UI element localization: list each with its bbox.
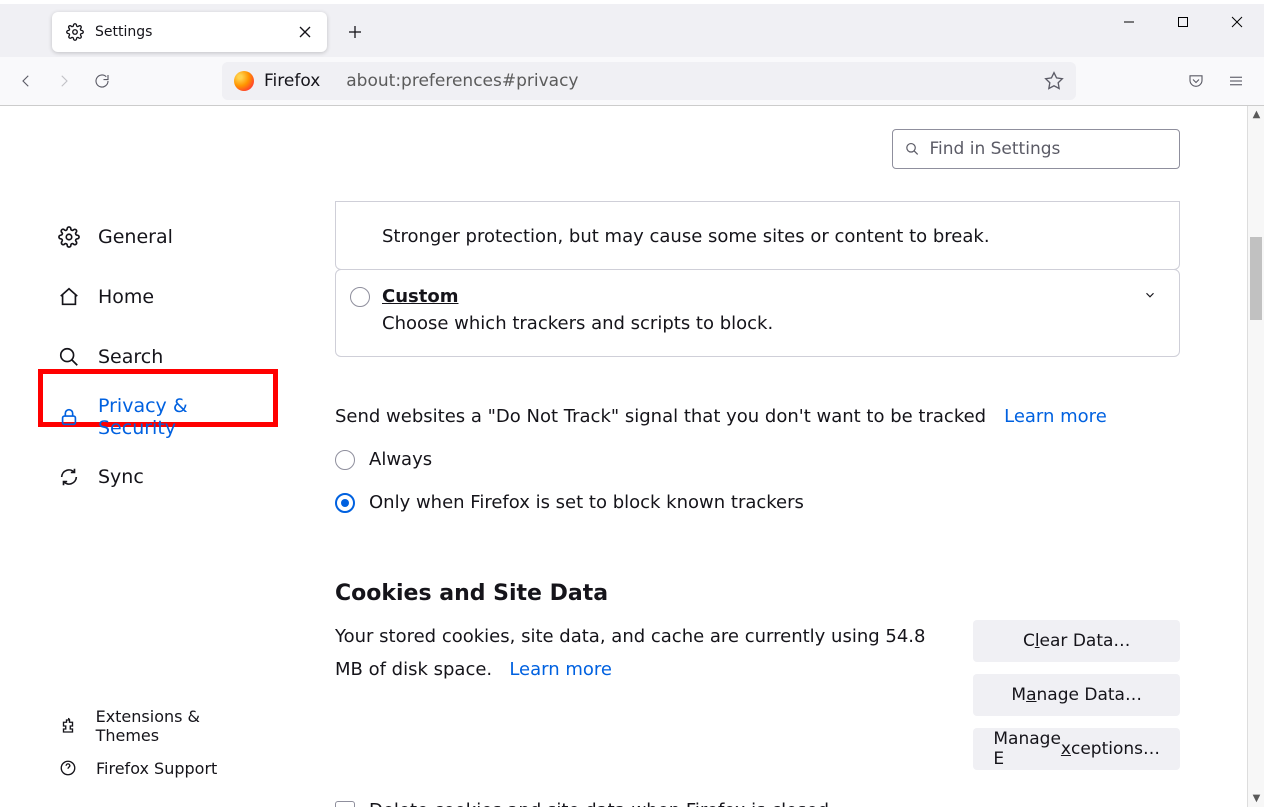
- firefox-logo-icon: [234, 71, 254, 91]
- tab-strip: Settings: [0, 4, 1264, 57]
- home-icon: [58, 286, 80, 308]
- clear-data-button[interactable]: Clear Data…: [973, 620, 1180, 662]
- vertical-scrollbar[interactable]: ▲ ▼: [1247, 106, 1264, 807]
- scrollbar-thumb[interactable]: [1250, 237, 1262, 320]
- maximize-button[interactable]: [1156, 4, 1210, 40]
- chevron-down-icon[interactable]: [1143, 287, 1157, 306]
- manage-exceptions-button[interactable]: Manage Exceptions…: [973, 728, 1180, 770]
- url-text: about:preferences#privacy: [334, 71, 1038, 91]
- cookies-description: Your stored cookies, site data, and cach…: [335, 620, 933, 770]
- cookies-heading: Cookies and Site Data: [335, 581, 1180, 606]
- navigation-toolbar: Firefox about:preferences#privacy: [0, 57, 1264, 106]
- forward-button[interactable]: [46, 63, 82, 99]
- sidebar-item-support[interactable]: Firefox Support: [0, 747, 265, 789]
- tab-title: Settings: [95, 24, 293, 40]
- sidebar-item-search[interactable]: Search: [0, 333, 265, 381]
- lock-icon: [58, 406, 80, 428]
- app-menu-icon[interactable]: [1218, 63, 1254, 99]
- delete-on-close-row[interactable]: Delete cookies and site data when Firefo…: [335, 800, 1180, 807]
- puzzle-icon: [58, 716, 78, 736]
- search-icon: [905, 141, 920, 157]
- sidebar-item-sync[interactable]: Sync: [0, 453, 265, 501]
- browser-tab[interactable]: Settings: [52, 12, 327, 52]
- url-bar[interactable]: Firefox about:preferences#privacy: [222, 62, 1076, 100]
- sidebar-item-label: Sync: [98, 466, 144, 488]
- sync-icon: [58, 466, 80, 488]
- close-window-button[interactable]: [1210, 4, 1264, 40]
- sidebar-item-home[interactable]: Home: [0, 273, 265, 321]
- pocket-icon[interactable]: [1178, 63, 1214, 99]
- cookies-learn-more-link[interactable]: Learn more: [509, 659, 612, 680]
- identity-label: Firefox: [264, 71, 320, 91]
- gear-icon: [66, 23, 84, 41]
- close-tab-button[interactable]: [293, 20, 317, 44]
- bookmark-star-icon[interactable]: [1038, 65, 1070, 97]
- identity-box[interactable]: Firefox: [222, 62, 334, 100]
- sidebar-item-general[interactable]: General: [0, 213, 265, 261]
- custom-title: Custom: [382, 286, 458, 307]
- content: General Home Search Privacy & Security S…: [0, 106, 1264, 807]
- back-button[interactable]: [8, 63, 44, 99]
- tracking-strict-panel[interactable]: Stronger protection, but may cause some …: [335, 201, 1180, 270]
- question-icon: [58, 758, 78, 778]
- dnt-option-always[interactable]: Always: [335, 449, 1180, 470]
- sidebar-item-label: Privacy & Security: [98, 395, 265, 439]
- search-icon: [58, 346, 80, 368]
- sidebar-item-privacy[interactable]: Privacy & Security: [0, 393, 265, 441]
- sidebar-item-label: General: [98, 226, 173, 248]
- radio-label: Always: [369, 449, 432, 470]
- scroll-up-arrow[interactable]: ▲: [1248, 106, 1264, 123]
- radio-label: Only when Firefox is set to block known …: [369, 492, 804, 513]
- new-tab-button[interactable]: [337, 14, 373, 50]
- custom-description: Choose which trackers and scripts to blo…: [382, 313, 1157, 334]
- sidebar-item-label: Home: [98, 286, 154, 308]
- dnt-label: Send websites a "Do Not Track" signal th…: [335, 406, 986, 427]
- checkbox-label: Delete cookies and site data when Firefo…: [369, 800, 829, 807]
- radio-custom[interactable]: [350, 287, 370, 307]
- manage-data-button[interactable]: Manage Data…: [973, 674, 1180, 716]
- window-controls: [1102, 4, 1264, 40]
- find-in-settings[interactable]: [892, 129, 1180, 169]
- sidebar-item-extensions[interactable]: Extensions & Themes: [0, 705, 265, 747]
- sidebar-item-label: Firefox Support: [96, 759, 217, 778]
- main-panel: Stronger protection, but may cause some …: [265, 106, 1264, 807]
- scroll-down-arrow[interactable]: ▼: [1248, 790, 1264, 807]
- dnt-learn-more-link[interactable]: Learn more: [1004, 406, 1107, 427]
- sidebar-item-label: Extensions & Themes: [96, 707, 265, 745]
- reload-button[interactable]: [84, 63, 120, 99]
- sidebar-item-label: Search: [98, 346, 163, 368]
- minimize-button[interactable]: [1102, 4, 1156, 40]
- strict-description: Stronger protection, but may cause some …: [382, 224, 1157, 247]
- dnt-option-only-trackers[interactable]: Only when Firefox is set to block known …: [335, 492, 1180, 513]
- radio-button[interactable]: [335, 450, 355, 470]
- checkbox[interactable]: [335, 801, 355, 807]
- sidebar: General Home Search Privacy & Security S…: [0, 106, 265, 807]
- find-in-settings-input[interactable]: [930, 139, 1168, 159]
- radio-button[interactable]: [335, 493, 355, 513]
- gear-icon: [58, 226, 80, 248]
- tracking-custom-panel[interactable]: Custom Choose which trackers and scripts…: [335, 269, 1180, 357]
